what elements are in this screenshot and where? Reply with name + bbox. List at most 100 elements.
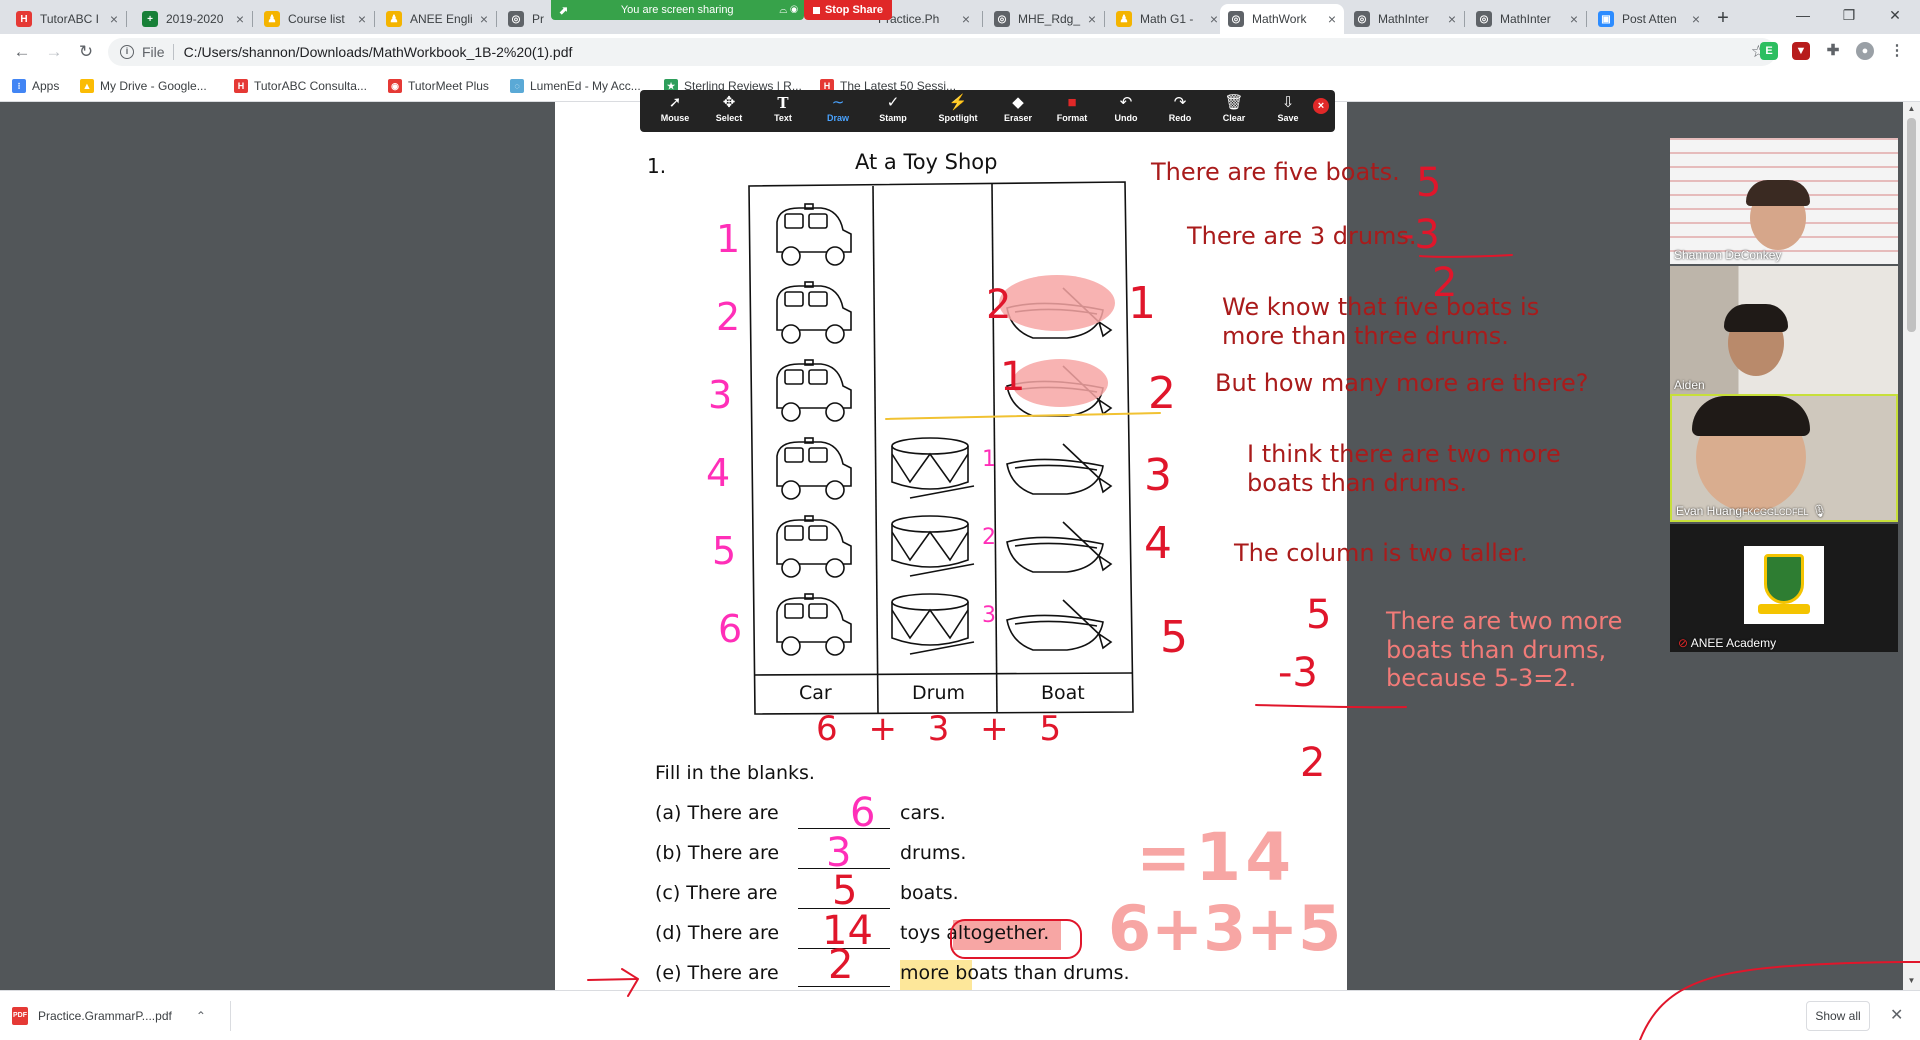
scroll-up-icon[interactable]: ▲: [1903, 104, 1920, 113]
stop-share-label: Stop Share: [824, 4, 884, 16]
vertical-scrollbar[interactable]: ▲ ▼: [1903, 102, 1920, 990]
participant-hair: [1692, 396, 1810, 436]
question-a-label: (a) There are: [655, 802, 779, 824]
forward-arrow-icon[interactable]: →: [40, 38, 68, 66]
participant-name: Shannon DeConkey: [1674, 248, 1782, 262]
bookmark-item[interactable]: ◌ LumenEd - My Acc...: [510, 77, 641, 95]
tool-format[interactable]: ■ Format: [1047, 93, 1097, 129]
tab-close-icon[interactable]: ×: [1328, 11, 1336, 27]
tab-label: Post Atten: [1622, 12, 1677, 26]
menu-kebab-icon[interactable]: ⋮: [1888, 42, 1906, 60]
answer-blank[interactable]: [798, 908, 890, 909]
tab[interactable]: ◎ MHE_Rdg_ ×: [986, 4, 1104, 34]
download-filename: Practice.GrammarP....pdf: [38, 1009, 172, 1023]
tab-close-icon[interactable]: ×: [480, 11, 488, 27]
car-icon-group: [776, 203, 852, 656]
chevron-up-icon[interactable]: ⌃: [196, 1009, 206, 1023]
tab[interactable]: H TutorABC I ×: [8, 4, 126, 34]
question-e-label: (e) There are: [655, 962, 779, 984]
tab-close-icon[interactable]: ×: [236, 11, 244, 27]
minimize-icon[interactable]: —: [1780, 0, 1826, 30]
tool-text[interactable]: T Text: [758, 93, 808, 129]
tab-close-icon[interactable]: ×: [1692, 11, 1700, 27]
tab[interactable]: ▣ Post Atten ×: [1590, 4, 1708, 34]
tab[interactable]: ♟ Math G1 - ×: [1108, 4, 1226, 34]
tool-spotlight[interactable]: ⚡ Spotlight: [927, 93, 989, 129]
car-icon: [776, 281, 852, 344]
tab[interactable]: ◎ MathInter ×: [1468, 4, 1586, 34]
share-options-icon[interactable]: ⌓ ◉: [779, 5, 798, 16]
new-tab-button[interactable]: +: [1710, 6, 1736, 32]
bookmark-item[interactable]: H TutorABC Consulta...: [234, 77, 367, 95]
bookmark-item[interactable]: ◉ TutorMeet Plus: [388, 77, 489, 95]
move-arrows-icon: ✥: [722, 94, 736, 111]
mouse-pointer-icon: ➚: [668, 94, 682, 111]
tab[interactable]: ♟ Course list ×: [256, 4, 374, 34]
tab[interactable]: ◎ MathInter ×: [1346, 4, 1464, 34]
question-b-label: (b) There are: [655, 842, 780, 864]
tab-active[interactable]: ◎ MathWork ×: [1220, 4, 1344, 34]
shield-extension-icon[interactable]: ▼: [1792, 42, 1810, 60]
tab[interactable]: ◎ Prac: [500, 4, 552, 34]
info-icon[interactable]: i: [120, 45, 134, 59]
tab-close-icon[interactable]: ×: [1210, 11, 1218, 27]
close-window-icon[interactable]: ✕: [1872, 0, 1918, 30]
screen-sharing-banner[interactable]: ⬈ You are screen sharing ⌓ ◉: [551, 0, 804, 20]
column-label-boat: Boat: [1041, 682, 1085, 704]
tab-close-icon[interactable]: ×: [110, 11, 118, 27]
classroom-favicon-icon: ♟: [264, 11, 280, 27]
tab-close-icon[interactable]: ×: [1448, 11, 1456, 27]
participant-tile-evan[interactable]: Evan HuangFKCGGLCDFEL 🎙: [1670, 394, 1898, 522]
participant-tile-aiden[interactable]: Aiden: [1670, 266, 1898, 394]
tool-select[interactable]: ✥ Select: [704, 93, 754, 129]
tool-stamp[interactable]: ✓ Stamp: [868, 93, 918, 129]
stop-share-button[interactable]: Stop Share: [804, 0, 892, 20]
extensions-puzzle-icon[interactable]: ✚: [1824, 42, 1842, 60]
tool-redo[interactable]: ↷ Redo: [1155, 93, 1205, 129]
wand-icon: ⚡: [948, 94, 968, 111]
close-annotation-icon[interactable]: ×: [1313, 98, 1329, 114]
tool-save[interactable]: ⇩ Save: [1263, 93, 1313, 129]
participant-tile-anee[interactable]: ⊘ ANEE Academy: [1670, 524, 1898, 652]
tool-clear[interactable]: 🗑 Clear: [1209, 93, 1259, 129]
answer-blank[interactable]: [798, 948, 890, 949]
drive-icon: ▲: [80, 79, 94, 93]
bookmark-apps[interactable]: ⁝ Apps: [12, 77, 59, 95]
question-a-suffix: cars.: [900, 802, 946, 824]
tab-close-icon[interactable]: ×: [358, 11, 366, 27]
back-arrow-icon[interactable]: ←: [8, 38, 36, 66]
tool-draw[interactable]: ∼ Draw: [813, 93, 863, 129]
participant-tile-shannon[interactable]: Shannon DeConkey: [1670, 138, 1898, 264]
answer-blank[interactable]: [798, 868, 890, 869]
show-all-button[interactable]: Show all: [1806, 1001, 1870, 1031]
answer-blank[interactable]: [798, 828, 890, 829]
tab[interactable]: + 2019-2020 ×: [134, 4, 252, 34]
participant-hair: [1724, 304, 1788, 332]
download-item[interactable]: PDF Practice.GrammarP....pdf ⌃: [12, 999, 206, 1033]
tab-close-icon[interactable]: ×: [962, 11, 970, 27]
tab-label: Math G1 -: [1140, 12, 1194, 26]
address-bar[interactable]: i File C:/Users/shannon/Downloads/MathWo…: [108, 38, 1776, 66]
bookmark-label: TutorABC Consulta...: [254, 79, 367, 93]
tool-mouse[interactable]: ➚ Mouse: [650, 93, 700, 129]
bookmark-item[interactable]: ▲ My Drive - Google...: [80, 77, 207, 95]
tab-close-icon[interactable]: ×: [1570, 11, 1578, 27]
scroll-thumb[interactable]: [1907, 118, 1916, 332]
profile-avatar-icon[interactable]: ●: [1856, 42, 1874, 60]
close-shelf-icon[interactable]: ✕: [1890, 1005, 1903, 1025]
restore-icon[interactable]: ❐: [1826, 0, 1872, 30]
evernote-extension-icon[interactable]: E: [1760, 42, 1778, 60]
reload-icon[interactable]: ↻: [72, 38, 100, 66]
note-boats-than-drums: boats than drums.: [1247, 469, 1468, 497]
tool-label: Text: [774, 113, 792, 123]
answer-blank[interactable]: [798, 986, 890, 987]
scroll-down-icon[interactable]: ▼: [1903, 976, 1920, 985]
tab-strip: H TutorABC I × + 2019-2020 × ♟ Course li…: [0, 0, 1920, 34]
tool-eraser[interactable]: ◆ Eraser: [993, 93, 1043, 129]
url-text[interactable]: C:/Users/shannon/Downloads/MathWorkbook_…: [184, 44, 573, 60]
tab-close-icon[interactable]: ×: [1088, 11, 1096, 27]
tab[interactable]: ♟ ANEE Engli ×: [378, 4, 496, 34]
car-icon: [776, 515, 852, 578]
tab-label: MathWork: [1252, 12, 1307, 26]
tool-undo[interactable]: ↶ Undo: [1101, 93, 1151, 129]
